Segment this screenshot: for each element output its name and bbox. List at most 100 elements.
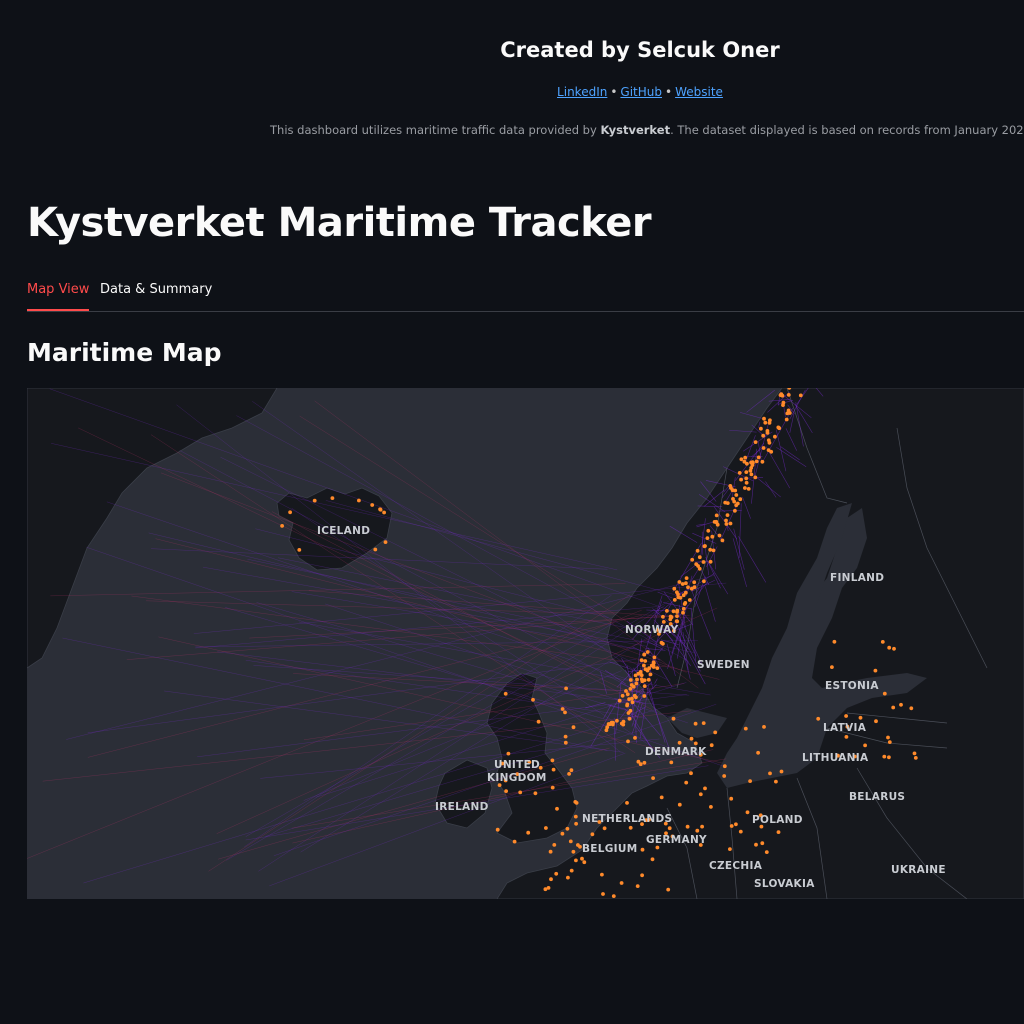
vessel-position <box>722 764 727 769</box>
vessel-route <box>50 583 626 597</box>
vessel-position <box>642 652 647 657</box>
vessel-route <box>291 591 636 650</box>
vessel-position <box>678 595 683 600</box>
vessel-position <box>563 710 567 715</box>
land-ireland <box>434 759 493 829</box>
vessel-position <box>373 547 378 552</box>
vessel-position <box>761 446 766 450</box>
label-finland: FINLAND <box>830 572 884 584</box>
link-separator: • <box>665 85 673 99</box>
vessel-position <box>625 801 629 805</box>
vessel-position <box>627 716 632 721</box>
vessel-position <box>734 493 739 497</box>
vessel-position <box>574 858 578 863</box>
label-iceland: ICELAND <box>317 525 370 537</box>
vessel-position <box>645 650 650 654</box>
vessel-position <box>518 790 523 795</box>
vessel-position <box>330 496 335 500</box>
map-canvas[interactable]: ICELAND NORWAY SWEDEN FINLAND ESTONIA LA… <box>27 388 1024 899</box>
vessel-route <box>49 388 682 615</box>
vessel-position <box>619 881 624 885</box>
vessel-position <box>552 843 557 847</box>
vessel-position <box>628 708 633 713</box>
vessel-position <box>634 681 639 686</box>
vessel-position <box>743 455 748 460</box>
vessel-position <box>566 875 570 880</box>
vessel-position <box>563 734 568 739</box>
vessel-position <box>675 614 679 618</box>
vessel-position <box>378 507 382 512</box>
data-source-name: Kystverket <box>600 123 671 137</box>
vessel-route <box>126 614 681 660</box>
label-poland: POLAND <box>752 814 803 826</box>
vessel-position <box>697 555 702 560</box>
vessel-position <box>693 721 698 726</box>
vessel-position <box>639 673 644 678</box>
section-title: Maritime Map <box>27 338 222 367</box>
vessel-position <box>526 830 531 835</box>
vessel-route <box>160 472 687 673</box>
vessel-route <box>148 532 651 654</box>
github-link[interactable]: GitHub <box>620 85 662 99</box>
vessel-position <box>695 828 700 833</box>
label-estonia: ESTONIA <box>825 680 879 692</box>
vessel-position <box>573 814 578 819</box>
vessel-position <box>650 857 655 862</box>
vessel-position <box>737 471 742 475</box>
vessel-position <box>635 884 640 888</box>
vessel-position <box>567 772 571 776</box>
vessel-position <box>681 606 686 611</box>
tab-map-view[interactable]: Map View <box>27 282 90 311</box>
vessel-position <box>297 548 302 552</box>
vessel-position <box>628 825 633 830</box>
vessel-position <box>563 740 568 745</box>
vessel-position <box>582 860 587 865</box>
vessel-position <box>689 736 694 741</box>
vessel-position <box>913 756 918 760</box>
link-separator: • <box>610 85 618 99</box>
vessel-position <box>832 639 837 644</box>
website-link[interactable]: Website <box>675 85 723 99</box>
vessel-position <box>739 457 744 462</box>
vessel-position <box>642 663 646 668</box>
vessel-position <box>647 666 651 671</box>
vessel-position <box>560 831 565 836</box>
vessel-position <box>625 692 630 697</box>
vessel-position <box>677 802 682 807</box>
vessel-position <box>640 873 644 878</box>
vessel-position <box>640 847 645 852</box>
label-slovakia: SLOVAKIA <box>754 878 815 890</box>
vessel-position <box>744 476 749 481</box>
vessel-position <box>698 792 703 797</box>
land-greenland <box>27 388 278 669</box>
vessel-position <box>643 667 648 672</box>
linkedin-link[interactable]: LinkedIn <box>557 85 607 99</box>
vessel-position <box>675 590 679 595</box>
vessel-position <box>620 693 625 698</box>
vessel-position <box>732 499 737 504</box>
vessel-position <box>692 580 697 585</box>
vessel-position <box>710 534 715 539</box>
vessel-position <box>739 477 743 482</box>
vessel-position <box>568 839 573 844</box>
tab-data-summary[interactable]: Data & Summary <box>100 282 212 309</box>
vessel-position <box>506 751 511 756</box>
label-ireland: IRELAND <box>435 801 489 813</box>
vessel-position <box>684 780 689 785</box>
vessel-position <box>762 725 766 729</box>
vessel-position <box>638 670 643 674</box>
vessel-position <box>764 850 769 854</box>
vessel-position <box>564 686 568 691</box>
vessel-position <box>844 735 849 739</box>
maritime-map[interactable]: ICELAND NORWAY SWEDEN FINLAND ESTONIA LA… <box>27 388 1024 899</box>
vessel-position <box>671 716 676 721</box>
vessel-position <box>882 691 887 696</box>
vessel-position <box>734 822 738 827</box>
vessel-position <box>312 498 317 503</box>
vessel-position <box>605 725 610 730</box>
vessel-position <box>798 393 803 398</box>
vessel-position <box>531 697 535 702</box>
vessel-position <box>754 842 758 847</box>
vessel-position <box>642 760 647 765</box>
vessel-position <box>776 830 781 834</box>
